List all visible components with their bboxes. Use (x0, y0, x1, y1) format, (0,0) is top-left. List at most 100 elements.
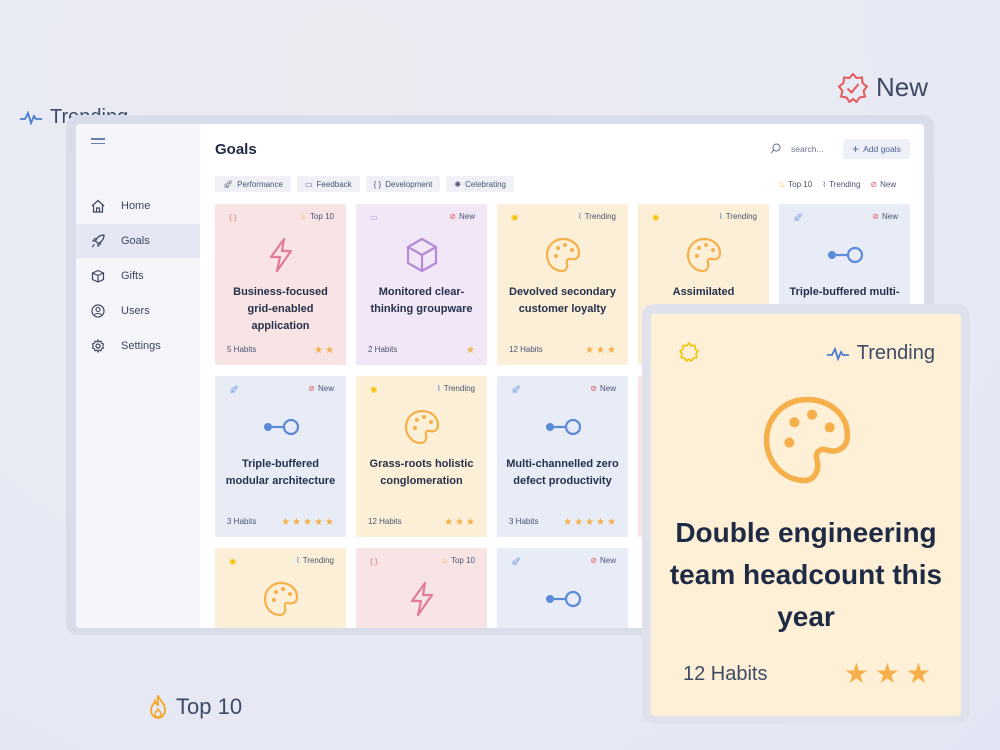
verified-badge-icon: ⊘ (590, 384, 597, 393)
sidebar-item-label: Users (121, 305, 150, 317)
verified-badge-icon: ⊘ (870, 180, 878, 189)
card-title: Double engineering team headcount this y… (669, 517, 943, 632)
badge-icon (679, 342, 699, 362)
featured-goal-card[interactable]: Trending Double engineering team headcou… (651, 314, 961, 716)
hamburger-menu-icon[interactable] (91, 138, 105, 148)
card-tag: ⌇ Trending (578, 212, 616, 221)
card-habits: 12 Habits (683, 663, 768, 685)
goal-card[interactable]: { } ♨ Top 10 Business-focused grid-enable… (215, 204, 346, 365)
card-title: Triple-buffered modular architecture (225, 458, 336, 487)
trending-icon: ⌇ (718, 212, 723, 221)
search-box[interactable]: search... (770, 143, 824, 154)
goal-card[interactable]: 🚀︎ ⊘ New Multi-channelled zero defect pro… (497, 376, 628, 537)
goal-card[interactable]: ✺ ⌇ Trending (215, 548, 346, 628)
filter-development[interactable]: { } Development (365, 176, 441, 192)
filter-label: Development (385, 179, 433, 189)
badge-icon: ✺ (454, 179, 462, 189)
legend: ♨ Top 10 ⌇ Trending ⊘ New (778, 180, 896, 189)
verified-badge-icon: ⊘ (308, 384, 315, 393)
card-habits: 3 Habits (509, 517, 539, 526)
search-input[interactable]: search... (791, 144, 824, 154)
filter-label: Feedback (316, 179, 352, 189)
toggle-node-icon (828, 246, 864, 264)
palette-icon (263, 581, 299, 617)
sidebar-item-home[interactable]: Home (76, 189, 200, 223)
card-tag-label: New (317, 384, 334, 393)
legend-top10[interactable]: ♨ Top 10 (778, 180, 812, 189)
toggle-node-icon (546, 418, 582, 436)
legend-new[interactable]: ⊘ New (870, 180, 896, 189)
card-tag-label: New (458, 212, 475, 221)
sidebar-item-label: Settings (121, 340, 161, 352)
code-braces-icon: { } (370, 557, 378, 566)
goal-card[interactable]: { } ♨ Top 10 (356, 548, 487, 628)
sidebar-item-settings[interactable]: Settings (76, 329, 200, 363)
sidebar-item-users[interactable]: Users (76, 294, 200, 328)
code-braces-icon: { } (373, 179, 382, 189)
card-tag: ⊘ New (308, 384, 334, 393)
badge-icon: ✺ (511, 213, 519, 223)
card-stars: ★★★ (843, 658, 937, 689)
card-tag-label: Top 10 (309, 212, 334, 221)
card-tag-label: New (599, 384, 616, 393)
rocket-icon: 🚀︎ (223, 179, 234, 189)
card-tag: ♨ Top 10 (300, 212, 334, 221)
card-habits: 3 Habits (227, 517, 257, 526)
sidebar: Home Goals Gifts Users Settings (76, 124, 200, 628)
card-habits: 12 Habits (368, 517, 402, 526)
chat-icon: ▭ (370, 213, 378, 222)
sidebar-item-label: Home (121, 200, 151, 212)
verified-badge-icon: ⊘ (449, 212, 456, 221)
trending-icon: ⌇ (822, 180, 827, 189)
sidebar-item-gifts[interactable]: Gifts (76, 259, 200, 293)
flame-icon: ♨ (299, 212, 307, 221)
filter-feedback[interactable]: ▭ Feedback (296, 176, 360, 192)
sidebar-item-label: Goals (121, 235, 150, 247)
filter-performance[interactable]: 🚀︎ Performance (215, 176, 291, 192)
card-tag: ♨ Top 10 (441, 556, 475, 565)
toggle-node-icon (264, 418, 300, 436)
rocket-icon: 🚀︎ (793, 213, 804, 222)
card-tag: ⊘ New (449, 212, 475, 221)
card-habits: 12 Habits (509, 345, 543, 354)
card-habits: 2 Habits (368, 345, 398, 354)
legend-label: New (880, 180, 897, 189)
home-icon (90, 198, 106, 214)
card-tag-label: Trending (856, 342, 935, 364)
card-tag: ⌇ Trending (437, 384, 475, 393)
filter-label: Performance (237, 179, 283, 189)
lightning-icon (269, 237, 293, 273)
box-icon (90, 268, 106, 284)
badge-icon: ✺ (370, 385, 378, 395)
card-tag: ⌇ Trending (719, 212, 757, 221)
top10-tag-floating: Top 10 (148, 694, 242, 720)
goal-card[interactable]: ✺ ⌇ Trending Grass-roots holistic conglom… (356, 376, 487, 537)
trending-icon: ⌇ (295, 556, 300, 565)
card-stars: ★★ (314, 345, 336, 356)
users-icon (90, 303, 106, 319)
goal-card[interactable]: ✺ ⌇ Trending Devolved secondary customer … (497, 204, 628, 365)
palette-icon (545, 237, 581, 273)
verified-badge-icon: ⊘ (590, 556, 597, 565)
card-title: Devolved secondary customer loyalty (509, 286, 616, 315)
card-tag: Trending (826, 342, 935, 365)
goal-card[interactable]: ▭ ⊘ New Monitored clear-thinking groupwar… (356, 204, 487, 365)
new-label: New (876, 72, 929, 102)
verified-badge-icon (838, 72, 868, 103)
filter-celebrating[interactable]: ✺ Celebrating (446, 176, 514, 192)
card-title: Grass-roots holistic conglomeration (369, 458, 474, 487)
add-goals-button[interactable]: + Add goals (843, 139, 910, 159)
sidebar-item-goals[interactable]: Goals (76, 224, 200, 258)
code-braces-icon: { } (229, 213, 237, 222)
goal-card[interactable]: 🚀︎ ⊘ New (497, 548, 628, 628)
card-stars: ★ (466, 345, 477, 356)
card-title: Business-focused grid-enabled applicatio… (233, 286, 328, 332)
legend-trending[interactable]: ⌇ Trending (822, 180, 860, 189)
top10-label: Top 10 (176, 694, 243, 719)
goal-card[interactable]: 🚀︎ ⊘ New Triple-buffered modular architec… (215, 376, 346, 537)
card-stars: ★★★ (444, 517, 477, 528)
sidebar-item-label: Gifts (121, 270, 144, 282)
card-tag-label: Trending (725, 212, 757, 221)
trending-icon (20, 110, 42, 125)
card-title: Monitored clear-thinking groupware (370, 286, 473, 315)
